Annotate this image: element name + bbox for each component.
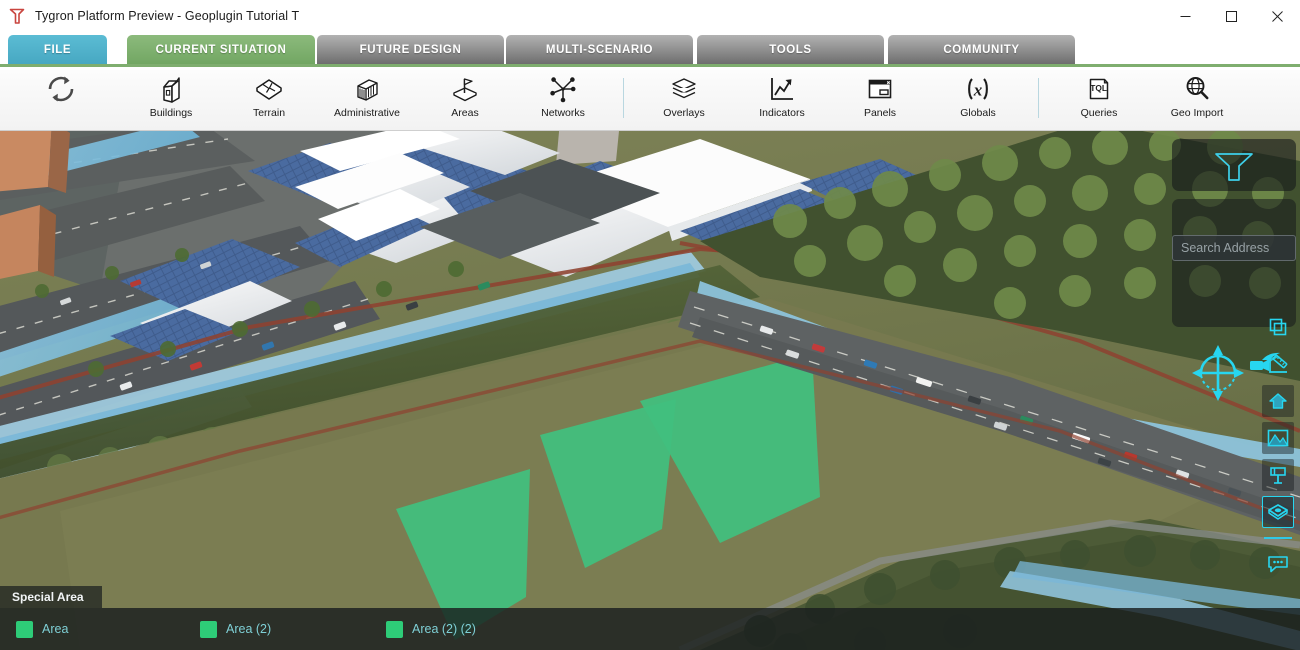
tab-future-design[interactable]: FUTURE DESIGN: [317, 35, 504, 64]
administrative-icon: [351, 73, 383, 105]
window-controls: [1162, 0, 1300, 32]
queries-tql-icon: TQL: [1083, 73, 1115, 105]
ribbon-item-networks[interactable]: Networks: [514, 70, 612, 128]
legend-swatch: [200, 620, 217, 638]
refresh-button[interactable]: [0, 70, 122, 128]
overlays-icon: [668, 73, 700, 105]
ribbon-label-globals: Globals: [960, 107, 996, 119]
map-logo-panel[interactable]: [1172, 139, 1296, 191]
refresh-icon: [44, 73, 78, 105]
ribbon-item-areas[interactable]: Areas: [416, 70, 514, 128]
tab-tools[interactable]: TOOLS: [697, 35, 884, 64]
legend-item[interactable]: Area: [16, 620, 69, 638]
layer-surface-icon[interactable]: [1262, 496, 1294, 528]
tab-current-situation[interactable]: CURRENT SITUATION: [127, 35, 315, 64]
legend-title: Special Area: [12, 590, 84, 604]
tab-community[interactable]: COMMUNITY: [888, 35, 1075, 64]
ribbon-item-globals[interactable]: x Globals: [929, 70, 1027, 128]
signpost-icon[interactable]: [1262, 459, 1294, 491]
ribbon-label-panels: Panels: [863, 107, 897, 119]
areas-icon: [449, 73, 481, 105]
geo-import-icon: [1181, 73, 1213, 105]
terrain-image-icon[interactable]: [1262, 422, 1294, 454]
networks-icon: [547, 73, 579, 105]
ribbon-label-buildings: Buildings: [149, 107, 193, 119]
legend-swatch: [386, 620, 403, 638]
ribbon-item-terrain[interactable]: Terrain: [220, 70, 318, 128]
legend-item-label: Area (2): [226, 622, 272, 636]
navigation-compass-icon[interactable]: [1186, 341, 1250, 405]
ribbon-label-terrain: Terrain: [252, 107, 286, 119]
ribbon-item-overlays[interactable]: Overlays: [635, 70, 733, 128]
ribbon-label-areas: Areas: [451, 107, 479, 119]
ribbon-item-administrative[interactable]: Administrative: [318, 70, 416, 128]
chat-bubble-icon[interactable]: [1262, 548, 1294, 580]
legend-item[interactable]: Area (2) (2): [386, 620, 476, 638]
ribbon-label-networks: Networks: [541, 107, 585, 119]
ribbon-label-indicators: Indicators: [759, 107, 805, 119]
map-navigation-panel: [1172, 199, 1296, 401]
ribbon-label-administrative: Administrative: [334, 107, 400, 119]
ribbon-item-buildings[interactable]: Buildings: [122, 70, 220, 128]
ribbon-label-queries: Queries: [1080, 107, 1118, 119]
tab-multi-scenario[interactable]: MULTI-SCENARIO: [506, 35, 693, 64]
buildings-icon: [155, 73, 187, 105]
ribbon-item-indicators[interactable]: Indicators: [733, 70, 831, 128]
indicators-icon: [766, 73, 798, 105]
tool-divider: [1264, 537, 1292, 539]
ribbon-item-queries[interactable]: TQL Queries: [1050, 70, 1148, 128]
map-tool-stack: [1260, 311, 1296, 580]
copy-layers-icon[interactable]: [1262, 311, 1294, 343]
window-title: Tygron Platform Preview - Geoplugin Tuto…: [35, 9, 300, 23]
legend-item[interactable]: Area (2): [200, 620, 272, 638]
svg-text:x: x: [973, 81, 983, 100]
globals-icon: x: [962, 73, 994, 105]
ribbon-label-geo-import: Geo Import: [1170, 107, 1224, 119]
ribbon-label-overlays: Overlays: [663, 107, 705, 119]
home-building-icon[interactable]: [1262, 385, 1294, 417]
main-tab-bar: FILE CURRENT SITUATION FUTURE DESIGN MUL…: [0, 32, 1300, 86]
map-viewport[interactable]: Special Area Area Area (2) Area (2) (2): [0, 131, 1300, 650]
tab-file[interactable]: FILE: [8, 35, 107, 64]
terrain-icon: [253, 73, 285, 105]
application-window: Tygron Platform Preview - Geoplugin Tuto…: [0, 0, 1300, 650]
legend-title-tab: Special Area: [0, 586, 102, 608]
ribbon-toolbar: Buildings Terrain Administrative Areas N…: [0, 70, 1300, 131]
search-input[interactable]: [1181, 241, 1295, 255]
map-render: [0, 131, 1300, 650]
measure-ruler-icon[interactable]: [1262, 348, 1294, 380]
legend-swatch: [16, 620, 33, 638]
ribbon-item-panels[interactable]: Panels: [831, 70, 929, 128]
search-address-box[interactable]: [1172, 235, 1296, 261]
minimize-button[interactable]: [1162, 0, 1208, 32]
legend-bar: Area Area (2) Area (2) (2): [0, 608, 1300, 650]
svg-text:TQL: TQL: [1090, 83, 1107, 93]
legend-item-label: Area (2) (2): [412, 622, 476, 636]
tygron-t-outline-icon: [1206, 145, 1262, 185]
close-button[interactable]: [1254, 0, 1300, 32]
maximize-button[interactable]: [1208, 0, 1254, 32]
panels-icon: [864, 73, 896, 105]
ribbon-separator-1: [623, 78, 624, 118]
title-bar: Tygron Platform Preview - Geoplugin Tuto…: [0, 0, 1300, 32]
ribbon-item-geo-import[interactable]: Geo Import: [1148, 70, 1246, 128]
legend-item-label: Area: [42, 622, 69, 636]
tygron-t-logo-icon: [7, 6, 27, 26]
ribbon-separator-2: [1038, 78, 1039, 118]
